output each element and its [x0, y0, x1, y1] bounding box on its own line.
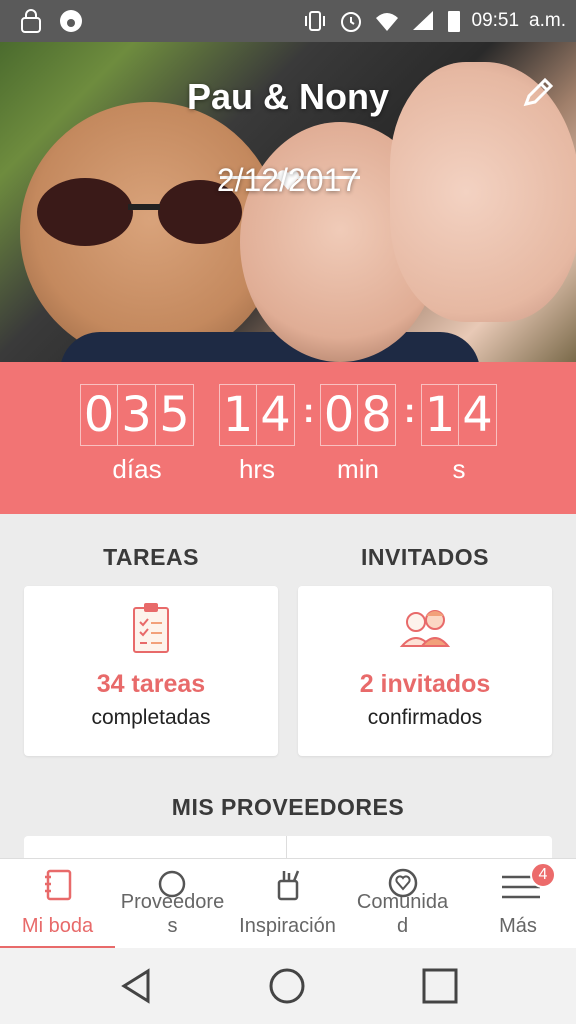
tasks-count: 34 tareas — [96, 670, 206, 698]
notification-icon — [60, 10, 82, 32]
notification-badge: 4 — [530, 862, 556, 888]
nav-label-wrap: d — [396, 915, 409, 937]
nav-inspiracion[interactable]: Inspiración — [230, 859, 345, 949]
tasks-card[interactable]: 34 tareas completadas — [24, 586, 278, 756]
nav-label: Más — [499, 915, 537, 937]
providers-title: MIS PROVEEDORES — [171, 794, 405, 820]
guests-title: INVITADOS — [360, 544, 490, 570]
countdown-hours: 1 4 — [219, 384, 295, 446]
guests-icon — [399, 610, 451, 647]
couple-photo: Pau & Nony 2/12/2017 — [0, 42, 576, 362]
alarm-icon — [340, 12, 361, 32]
seconds-digit: 1 — [421, 384, 459, 446]
clipboard-icon — [133, 603, 169, 653]
nav-mi-boda[interactable]: Mi boda — [0, 859, 115, 949]
wifi-icon — [375, 13, 398, 31]
pencil-icon[interactable] — [520, 74, 556, 110]
guests-count: 2 invitados — [359, 670, 491, 698]
nav-label-wrap: s — [167, 915, 178, 937]
tasks-title: TAREAS — [103, 544, 199, 570]
couple-names: Pau & Nony — [186, 76, 390, 117]
guests-status: confirmados — [367, 706, 483, 729]
guests-card[interactable]: 2 invitados confirmados — [298, 586, 552, 756]
countdown-colon: : — [404, 392, 416, 430]
countdown-seconds: 1 4 — [421, 384, 497, 446]
nav-comunidad[interactable]: Comunida d — [345, 859, 460, 949]
recents-icon[interactable] — [420, 966, 460, 1006]
back-icon[interactable] — [118, 966, 158, 1006]
wedding-date: 2/12/2017 — [216, 162, 360, 198]
seconds-label: s — [452, 454, 466, 484]
days-digit: 5 — [156, 384, 194, 446]
hours-label: hrs — [238, 454, 276, 484]
system-navigation-bar — [0, 948, 576, 1024]
countdown-timer: 0 3 5 1 4 : 0 8 : 1 4 días hrs min s — [0, 362, 576, 514]
days-label: días — [112, 454, 162, 484]
minutes-digit: 0 — [320, 384, 358, 446]
battery-icon — [447, 11, 460, 32]
nav-proveedores[interactable]: Proveedore s — [115, 859, 230, 949]
nav-label: Inspiración — [239, 915, 336, 937]
countdown-minutes: 0 8 — [320, 384, 396, 446]
minutes-label: min — [337, 454, 379, 484]
vibrate-icon — [304, 11, 325, 31]
status-time: 09:51 — [471, 10, 520, 31]
nav-label: Mi boda — [21, 915, 94, 937]
signal-icon — [412, 11, 433, 30]
countdown-days: 0 3 5 — [80, 384, 194, 446]
home-icon[interactable] — [267, 966, 307, 1006]
lock-icon — [21, 9, 41, 33]
inspiration-icon — [277, 870, 299, 901]
hours-digit: 4 — [257, 384, 295, 446]
seconds-digit: 4 — [459, 384, 497, 446]
hours-digit: 1 — [219, 384, 257, 446]
bottom-navigation: Mi boda Proveedore s Inspiración Comunid… — [0, 858, 576, 949]
minutes-digit: 8 — [358, 384, 396, 446]
nav-label: Proveedore — [120, 891, 225, 913]
days-digit: 0 — [80, 384, 118, 446]
nav-label: Comunida — [356, 891, 449, 913]
tasks-status: completadas — [91, 706, 211, 729]
status-bar: 09:51 a.m. — [0, 0, 576, 42]
status-ampm: a.m. — [529, 10, 566, 31]
days-digit: 3 — [118, 384, 156, 446]
nav-mas[interactable]: Más — [460, 859, 576, 949]
notebook-icon — [44, 869, 71, 901]
countdown-colon: : — [303, 392, 315, 430]
